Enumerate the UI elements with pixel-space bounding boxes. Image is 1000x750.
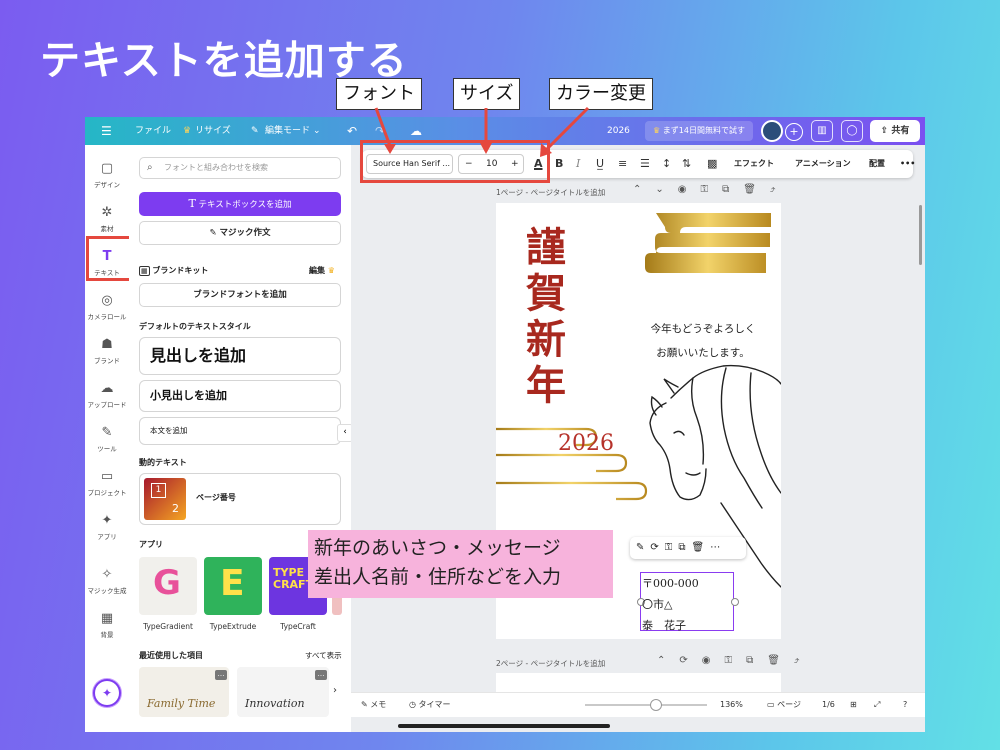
callout-arrows xyxy=(374,106,590,157)
annotation-box: 新年のあいさつ・メッセージ 差出人名前・住所などを入力 xyxy=(308,530,613,598)
home-indicator[interactable] xyxy=(398,724,610,728)
annotation-line: 新年のあいさつ・メッセージ xyxy=(314,537,561,559)
annotation-line: 差出人名前・住所などを入力 xyxy=(314,566,562,588)
